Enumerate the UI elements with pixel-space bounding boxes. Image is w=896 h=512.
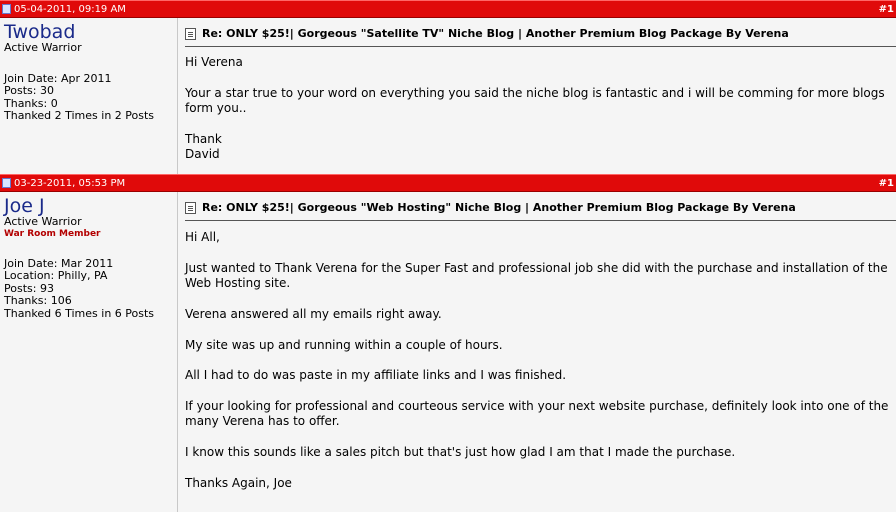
post-icon: [2, 178, 11, 188]
forum-post: 05-04-2011, 09:19 AM #1 Twobad Active Wa…: [0, 0, 896, 175]
post-header: 03-23-2011, 05:53 PM #1: [0, 174, 896, 192]
message-paragraph: Hi Verena: [185, 55, 243, 70]
message-paragraph: Verena answered all my emails right away…: [185, 306, 442, 321]
post-date: 05-04-2011, 09:19 AM: [14, 3, 126, 15]
document-icon: [185, 27, 196, 40]
subject-text: Re: ONLY $25!| Gorgeous "Satellite TV" N…: [202, 27, 789, 40]
username-link[interactable]: Joe J: [4, 196, 177, 216]
war-room-badge: War Room Member: [4, 228, 101, 239]
message-paragraph: Just wanted to Thank Verena for the Supe…: [185, 260, 888, 291]
username-link[interactable]: Twobad: [4, 22, 177, 42]
thanked-count: Thanked 2 Times in 2 Posts: [4, 109, 155, 122]
forum-post: 03-23-2011, 05:53 PM #1 Joe J Active War…: [0, 174, 896, 512]
thanked-count: Thanked 6 Times in 6 Posts: [4, 306, 155, 320]
subject-text: Re: ONLY $25!| Gorgeous "Web Hosting" Ni…: [202, 201, 796, 214]
message-paragraph: I know this sounds like a sales pitch bu…: [185, 444, 736, 459]
user-title: Active Warrior: [4, 215, 82, 228]
post-content: Re: ONLY $25!| Gorgeous "Satellite TV" N…: [178, 18, 896, 175]
location: Location: Philly, PA: [4, 269, 108, 282]
post-content: Re: ONLY $25!| Gorgeous "Web Hosting" Ni…: [178, 192, 896, 512]
post-subject: Re: ONLY $25!| Gorgeous "Satellite TV" N…: [185, 22, 896, 48]
user-info: Twobad Active Warrior Join Date: Apr 201…: [0, 18, 178, 175]
post-number-link[interactable]: #1: [879, 4, 896, 15]
post-icon: [2, 4, 11, 14]
post-number-link[interactable]: #1: [879, 178, 896, 189]
message-paragraph: Thank David: [185, 131, 222, 162]
post-count: Posts: 30: [4, 84, 54, 97]
message-body: Hi All, Just wanted to Thank Verena for …: [185, 221, 896, 491]
message-paragraph: All I had to do was paste in my affiliat…: [185, 368, 567, 383]
document-icon: [185, 201, 196, 214]
message-paragraph: My site was up and running within a coup…: [185, 337, 503, 352]
post-date: 03-23-2011, 05:53 PM: [14, 177, 126, 189]
user-title: Active Warrior: [4, 41, 82, 54]
message-body: Hi Verena Your a star true to your word …: [185, 47, 896, 162]
message-paragraph: Your a star true to your word on everyth…: [185, 85, 885, 116]
message-paragraph: Hi All,: [185, 230, 220, 245]
user-info: Joe J Active Warrior War Room Member Joi…: [0, 192, 178, 512]
message-paragraph: Thanks Again, Joe: [185, 475, 292, 490]
thanks-count: Thanks: 106: [4, 294, 72, 307]
post-subject: Re: ONLY $25!| Gorgeous "Web Hosting" Ni…: [185, 196, 896, 222]
post-header: 05-04-2011, 09:19 AM #1: [0, 0, 896, 18]
message-paragraph: If your looking for professional and cou…: [185, 398, 889, 429]
